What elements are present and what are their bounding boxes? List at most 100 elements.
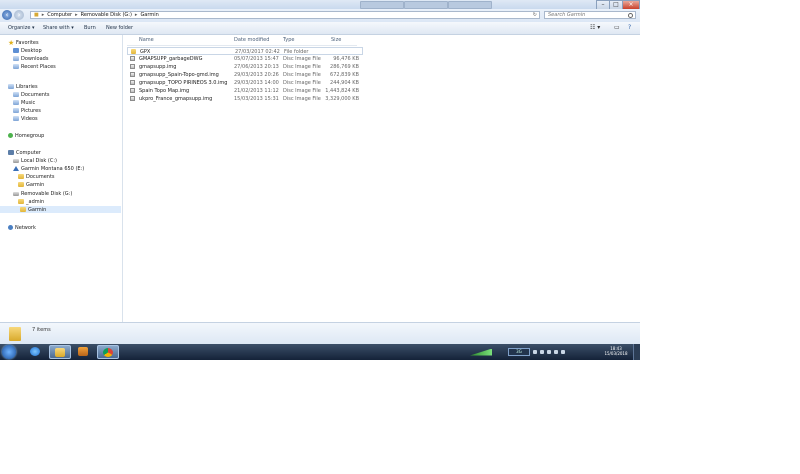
breadcrumb-removable-disk[interactable]: Removable Disk (G:) [81, 12, 132, 18]
file-size: 672,839 KB [330, 72, 359, 78]
tray-icon[interactable] [540, 350, 544, 354]
desktop-icon [13, 48, 19, 53]
music-icon [13, 100, 19, 105]
file-row[interactable]: gmapsupp.img 27/06/2013 20:13 Disc Image F… [127, 63, 363, 71]
search-input[interactable]: Search Garmin [544, 11, 636, 19]
clock[interactable]: 18:43 15/03/2018 [604, 346, 628, 356]
forward-button[interactable]: › [14, 10, 24, 20]
file-row[interactable]: gmapsupp_Spain-Topo-gmd.img 29/03/2013 20… [127, 71, 363, 79]
disc-image-icon [130, 64, 135, 69]
mobile-broadband-indicator[interactable]: 3G [508, 348, 530, 356]
sidebar-item-garmin-device[interactable]: Garmin Montana 650 (E:) [13, 165, 84, 172]
sidebar-item-homegroup[interactable]: Homegroup [8, 132, 44, 139]
volume-icon[interactable] [561, 350, 565, 354]
file-date: 29/03/2013 20:26 [234, 72, 279, 78]
sidebar-label: Favorites [16, 39, 39, 46]
sidebar-item-favorites[interactable]: ★ Favorites [8, 39, 39, 46]
pictures-icon [13, 108, 19, 113]
file-row[interactable]: gmapsupp_TOPO PIRINEOS 3.0.img 29/03/2013… [127, 79, 363, 87]
file-list: Name Date modified Type Size GPX 27/03/20… [123, 35, 640, 322]
sidebar-item-libraries[interactable]: Libraries [8, 83, 38, 90]
header-divider [127, 45, 357, 46]
file-row[interactable]: ukpro_France_gmapsupp.img 15/03/2013 15:3… [127, 95, 363, 103]
sidebar-item-downloads[interactable]: Downloads [13, 55, 48, 62]
file-row[interactable]: Spain Topo Map.img 21/02/2013 11:12 Disc I… [127, 87, 363, 95]
sidebar-label: Pictures [21, 107, 41, 114]
file-name: gmapsupp_TOPO PIRINEOS 3.0.img [139, 80, 228, 86]
signal-strength-icon [470, 348, 492, 356]
view-options-button[interactable]: ☷ ▾ [590, 24, 600, 31]
downloads-icon [13, 56, 19, 61]
address-bar[interactable]: ■ ▸ Computer ▸ Removable Disk (G:) ▸ Gar… [30, 11, 540, 19]
sidebar-item-desktop[interactable]: Desktop [13, 47, 42, 54]
taskbar-chrome[interactable] [97, 345, 119, 359]
breadcrumb-computer[interactable]: Computer [47, 12, 72, 18]
network-icon [8, 225, 13, 230]
file-size: 96,476 KB [333, 56, 359, 62]
sidebar-label: Garmin [28, 206, 47, 213]
title-bar: – □ × [0, 0, 640, 10]
file-size: 1,443,824 KB [325, 88, 359, 94]
start-button[interactable] [2, 345, 16, 359]
sidebar-label: Recent Places [21, 63, 56, 70]
file-type: Disc Image File [283, 56, 321, 62]
column-header-type[interactable]: Type [283, 37, 294, 44]
folder-row[interactable]: GPX 27/03/2017 02:42 File folder [127, 47, 363, 55]
sidebar-item-garmin-documents[interactable]: Documents [18, 173, 55, 180]
file-row[interactable]: GMAPSUPP_garbageDWG 05/07/2013 15:47 Disc … [127, 55, 363, 63]
preview-pane-button[interactable]: ▭ [614, 24, 620, 31]
sidebar-label: Documents [21, 91, 50, 98]
sidebar-item-local-disk[interactable]: Local Disk (C:) [13, 157, 57, 164]
file-date: 27/06/2013 20:13 [234, 64, 279, 70]
sidebar-item-music[interactable]: Music [13, 99, 35, 106]
sidebar-item-recent-places[interactable]: Recent Places [13, 63, 56, 70]
window-thumbnail[interactable] [404, 1, 448, 9]
taskbar-media-player[interactable] [73, 345, 95, 359]
network-tray-icon[interactable] [554, 350, 558, 354]
sidebar-item-admin[interactable]: _admin [18, 198, 44, 205]
window-thumbnail[interactable] [448, 1, 492, 9]
libraries-icon [8, 84, 14, 89]
column-header-name[interactable]: Name [139, 37, 154, 44]
sidebar-label: Downloads [21, 55, 49, 62]
file-type: Disc Image File [283, 88, 321, 94]
column-header-size[interactable]: Size [331, 37, 341, 44]
column-header-date-modified[interactable]: Date modified [234, 37, 269, 44]
tray-icon[interactable] [547, 350, 551, 354]
sidebar-item-removable-disk[interactable]: Removable Disk (G:) [13, 190, 72, 197]
refresh-icon[interactable]: ↻ [533, 12, 537, 18]
back-button[interactable]: ‹ [2, 10, 12, 20]
burn-button[interactable]: Burn [84, 25, 96, 31]
help-button[interactable]: ? [628, 24, 631, 31]
command-bar: Organize ▾ Share with ▾ Burn New folder … [0, 22, 640, 35]
homegroup-icon [8, 133, 13, 138]
share-with-button[interactable]: Share with ▾ [43, 25, 74, 31]
organize-button[interactable]: Organize ▾ [8, 25, 35, 31]
documents-icon [13, 92, 19, 97]
sidebar-item-network[interactable]: Network [8, 224, 36, 231]
breadcrumb-garmin[interactable]: Garmin [140, 12, 158, 18]
tray-icon[interactable] [533, 350, 537, 354]
hard-drive-icon [13, 158, 19, 163]
sidebar-item-computer[interactable]: Computer [8, 149, 41, 156]
sidebar-item-videos[interactable]: Videos [13, 115, 38, 122]
sidebar-label: Libraries [16, 83, 38, 90]
taskbar: 3G 18:43 15/03/2018 [0, 344, 640, 360]
sidebar-item-pictures[interactable]: Pictures [13, 107, 41, 114]
file-date: 15/03/2013 15:31 [234, 96, 279, 102]
recent-places-icon [13, 64, 19, 69]
taskbar-internet-explorer[interactable] [25, 345, 47, 359]
sidebar-item-documents[interactable]: Documents [13, 91, 50, 98]
folder-icon: ■ [34, 12, 39, 18]
videos-icon [13, 116, 19, 121]
folder-icon [55, 348, 65, 357]
taskbar-windows-explorer[interactable] [49, 345, 71, 359]
window-thumbnail[interactable] [360, 1, 404, 9]
sidebar-item-garmin-selected[interactable]: Garmin [0, 206, 121, 213]
sidebar-item-garmin-garmin[interactable]: Garmin [18, 181, 44, 188]
file-date: 05/07/2013 15:47 [234, 56, 279, 62]
file-name: Spain Topo Map.img [139, 88, 190, 94]
show-desktop-button[interactable] [633, 344, 640, 360]
new-folder-button[interactable]: New folder [106, 25, 133, 31]
computer-icon [8, 150, 14, 155]
